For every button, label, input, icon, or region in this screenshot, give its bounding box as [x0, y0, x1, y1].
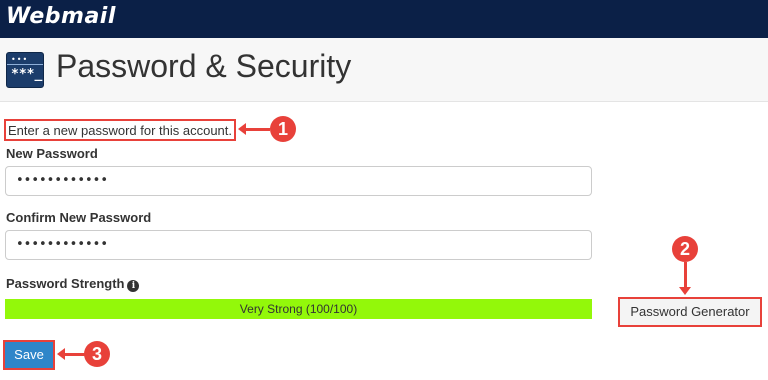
annotation-marker-1: 1: [270, 116, 296, 142]
marker-2-arrow-line: [684, 262, 687, 288]
confirm-password-input[interactable]: ••••••••••••: [5, 230, 592, 260]
icon-dots: •••: [11, 55, 29, 64]
marker-1-arrow-line: [246, 128, 270, 131]
form-description: Enter a new password for this account.: [4, 119, 237, 141]
webmail-logo[interactable]: Webmail: [6, 4, 116, 29]
new-password-input[interactable]: ••••••••••••: [5, 166, 592, 196]
page-title: Password & Security: [56, 48, 352, 84]
password-strength-meter: Very Strong (100/100): [5, 299, 592, 319]
info-icon[interactable]: i: [127, 280, 140, 292]
password-generator-button[interactable]: Password Generator: [618, 297, 762, 327]
marker-3-arrow-head: [57, 348, 65, 360]
marker-2-arrow-head: [679, 287, 691, 295]
password-terminal-icon: ••• ***_: [6, 52, 44, 88]
marker-3-arrow-line: [65, 353, 85, 356]
annotation-marker-2: 2: [672, 236, 698, 262]
annotation-marker-3: 3: [84, 341, 110, 367]
icon-stars: ***_: [11, 67, 43, 82]
top-bar: Webmail: [0, 0, 768, 38]
password-strength-label: Password Strength i: [6, 276, 140, 292]
icon-divider: [7, 64, 43, 65]
new-password-label: New Password: [6, 146, 98, 161]
confirm-password-label: Confirm New Password: [6, 210, 152, 225]
marker-1-arrow-head: [238, 123, 246, 135]
save-button[interactable]: Save: [3, 340, 55, 370]
password-strength-text: Password Strength: [6, 276, 125, 291]
